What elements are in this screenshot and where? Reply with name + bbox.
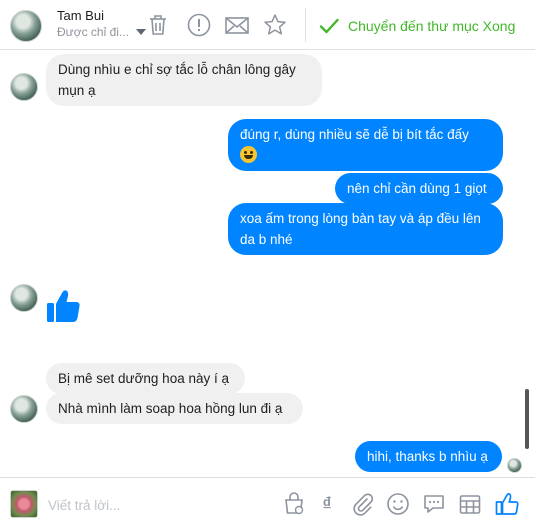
message-text-line: đúng r, dùng nhiều sẽ dễ bị bít tắc đấy bbox=[240, 127, 469, 142]
message-text-line: hihi, thanks b nhìu ạ bbox=[367, 449, 488, 464]
reply-composer: ₫ bbox=[0, 477, 535, 532]
saved-replies-icon[interactable] bbox=[421, 491, 447, 517]
appointment-calendar-icon[interactable] bbox=[457, 491, 483, 517]
message-text-line: Bị mê set dưỡng hoa này í ạ bbox=[58, 371, 229, 386]
message-text-line: nên chỉ cần dùng 1 giọt bbox=[347, 181, 487, 196]
contact-avatar[interactable] bbox=[10, 73, 38, 101]
page-avatar bbox=[10, 490, 38, 518]
contact-avatar[interactable] bbox=[10, 395, 38, 423]
message-text-line: xoa ấm trong lòng bàn tay và áp đều lên bbox=[240, 211, 481, 226]
message-bubble-outgoing[interactable]: đúng r, dùng nhiều sẽ dễ bị bít tắc đấy bbox=[228, 119, 503, 171]
like-sticker-icon[interactable] bbox=[45, 288, 81, 324]
assigned-to-dropdown[interactable]: Được chỉ đi... bbox=[57, 25, 129, 39]
message-bubble-outgoing[interactable]: xoa ấm trong lòng bàn tay và áp đều lên … bbox=[228, 203, 503, 255]
payment-icon[interactable]: ₫ bbox=[314, 491, 340, 517]
like-button-icon[interactable] bbox=[494, 491, 520, 517]
checkmark-icon bbox=[319, 18, 339, 34]
seen-receipt-avatar bbox=[507, 458, 522, 473]
message-text-line: da b nhé bbox=[240, 232, 293, 247]
message-bubble-incoming[interactable]: Bị mê set dưỡng hoa này í ạ bbox=[46, 363, 245, 394]
attachment-icon[interactable] bbox=[349, 491, 375, 517]
trash-icon[interactable] bbox=[145, 12, 171, 38]
contact-avatar[interactable] bbox=[10, 10, 42, 42]
message-thread: Dùng nhìu e chỉ sợ tắc lỗ chân lông gây … bbox=[0, 51, 535, 477]
shopping-bag-icon[interactable] bbox=[281, 491, 307, 517]
report-spam-icon[interactable] bbox=[186, 12, 212, 38]
contact-avatar[interactable] bbox=[10, 284, 38, 312]
reply-input[interactable] bbox=[48, 494, 268, 516]
smiley-emoji-icon bbox=[240, 146, 257, 163]
star-icon[interactable] bbox=[262, 12, 288, 38]
message-bubble-outgoing[interactable]: hihi, thanks b nhìu ạ bbox=[355, 441, 502, 472]
message-text-line: Nhà mình làm soap hoa hồng lun đi ạ bbox=[58, 401, 283, 416]
message-bubble-outgoing[interactable]: nên chỉ cần dùng 1 giọt bbox=[335, 173, 503, 204]
move-to-done-button[interactable]: Chuyển đến thư mục Xong bbox=[318, 15, 515, 37]
message-bubble-incoming[interactable]: Dùng nhìu e chỉ sợ tắc lỗ chân lông gây … bbox=[46, 54, 322, 106]
header-divider bbox=[305, 8, 306, 42]
assigned-label: Được chỉ đi... bbox=[57, 25, 129, 39]
mark-unread-icon[interactable] bbox=[224, 12, 250, 38]
move-to-done-label: Chuyển đến thư mục Xong bbox=[348, 18, 516, 34]
message-text-line: mụn ạ bbox=[58, 83, 96, 98]
contact-name[interactable]: Tam Bui bbox=[57, 8, 104, 23]
emoji-icon[interactable] bbox=[385, 491, 411, 517]
message-text-line: Dùng nhìu e chỉ sợ tắc lỗ chân lông gây bbox=[58, 62, 296, 77]
conversation-header: Tam Bui Được chỉ đi... Chuyển đến thư mụ… bbox=[0, 0, 535, 50]
thread-scrollbar[interactable] bbox=[525, 389, 529, 449]
message-bubble-incoming[interactable]: Nhà mình làm soap hoa hồng lun đi ạ bbox=[46, 393, 303, 424]
